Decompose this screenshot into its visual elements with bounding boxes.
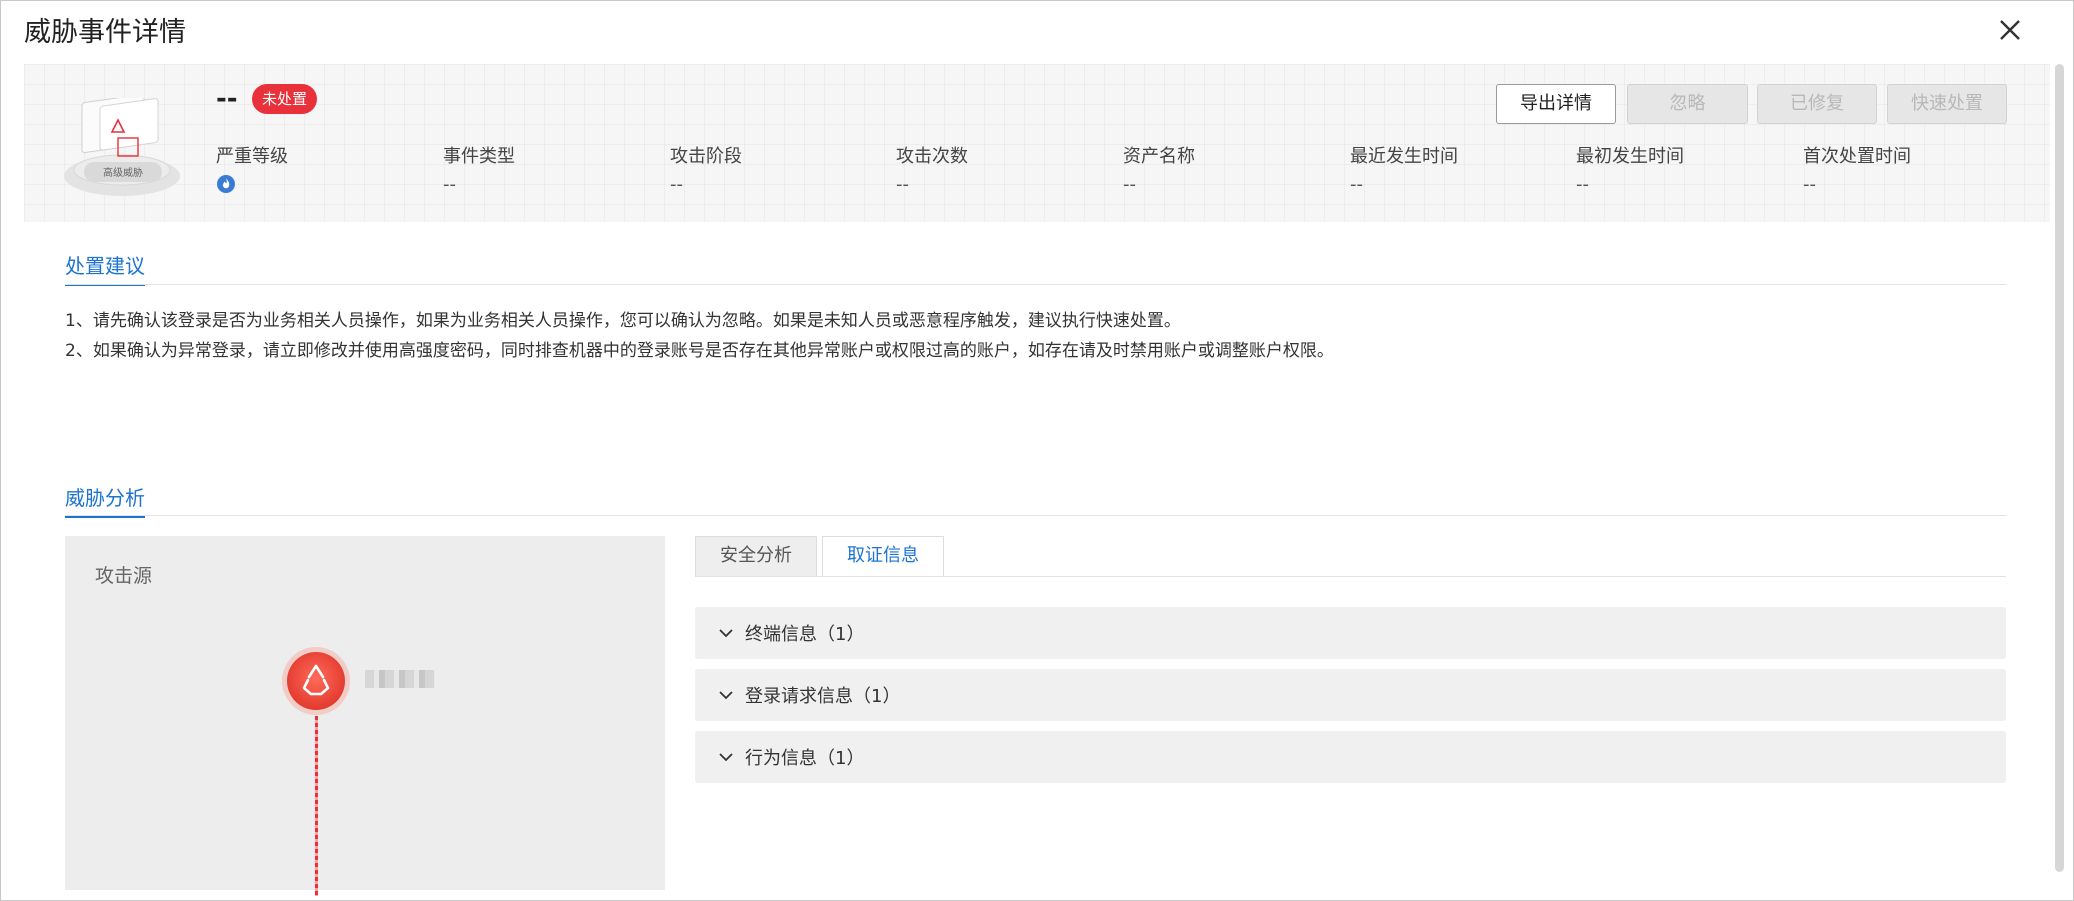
attack-path-line	[315, 716, 318, 896]
tabs-divider	[695, 576, 2006, 577]
accordion-terminal-info[interactable]: 终端信息（1）	[695, 607, 2006, 659]
tab-forensics-info[interactable]: 取证信息	[822, 536, 944, 576]
field-event-type: 事件类型 --	[443, 142, 663, 195]
field-label: 攻击阶段	[670, 146, 742, 167]
advanced-threat-icon: 高级威胁	[64, 98, 180, 196]
export-details-button[interactable]: 导出详情	[1496, 84, 1616, 124]
field-last-occurred: 最近发生时间 --	[1350, 142, 1570, 195]
quick-handle-button[interactable]: 快速处置	[1887, 84, 2007, 124]
field-attack-stage: 攻击阶段 --	[670, 142, 890, 195]
field-value: --	[1350, 174, 1363, 195]
chevron-down-icon	[719, 691, 733, 700]
field-first-handled: 首次处置时间 --	[1803, 142, 2023, 195]
attack-source-label-redacted	[365, 670, 435, 688]
advice-line: 2、如果确认为异常登录，请立即修改并使用高强度密码，同时排查机器中的登录账号是否…	[65, 341, 1334, 361]
field-label: 最近发生时间	[1350, 146, 1458, 167]
field-asset-name: 资产名称 --	[1123, 142, 1343, 195]
field-severity: 严重等级	[216, 142, 436, 198]
advice-line: 1、请先确认该登录是否为业务相关人员操作，如果为业务相关人员操作，您可以确认为忽…	[65, 311, 1181, 331]
scrollbar[interactable]	[2055, 64, 2064, 872]
field-label: 最初发生时间	[1576, 146, 1684, 167]
attack-source-node-icon[interactable]	[281, 646, 351, 716]
field-label: 事件类型	[443, 146, 515, 167]
illustration-label: 高级威胁	[103, 166, 143, 179]
close-icon[interactable]	[1994, 14, 2026, 46]
dialog-title: 威胁事件详情	[24, 17, 186, 48]
analysis-section-title: 威胁分析	[65, 482, 145, 518]
field-first-occurred: 最初发生时间 --	[1576, 142, 1796, 195]
accordion-label: 登录请求信息（1）	[745, 686, 901, 707]
divider	[65, 284, 2006, 285]
event-header-card: 高级威胁 -- 未处置 导出详情 忽略 已修复 快速处置 严重等级 事件类型 -…	[24, 64, 2050, 222]
field-attack-count: 攻击次数 --	[896, 142, 1116, 195]
field-value: --	[1803, 174, 1816, 195]
accordion-label: 行为信息（1）	[745, 748, 865, 769]
chevron-down-icon	[719, 753, 733, 762]
field-value: --	[1576, 174, 1589, 195]
field-value: --	[670, 174, 683, 195]
attack-source-title: 攻击源	[95, 565, 153, 587]
advice-section-title: 处置建议	[65, 250, 145, 286]
field-label: 资产名称	[1123, 146, 1195, 167]
ignore-button[interactable]: 忽略	[1627, 84, 1748, 124]
field-value: --	[443, 174, 456, 195]
field-value: --	[1123, 174, 1136, 195]
status-badge: 未处置	[252, 84, 318, 114]
flame-icon	[217, 175, 235, 193]
accordion-behavior-info[interactable]: 行为信息（1）	[695, 731, 2006, 783]
event-fields: 严重等级 事件类型 -- 攻击阶段 -- 攻击次数 -- 资产名称 -- 最近发…	[216, 142, 2036, 202]
field-label: 严重等级	[216, 146, 288, 167]
tab-security-analysis[interactable]: 安全分析	[695, 536, 817, 576]
accordion-login-request-info[interactable]: 登录请求信息（1）	[695, 669, 2006, 721]
advice-text: 1、请先确认该登录是否为业务相关人员操作，如果为业务相关人员操作，您可以确认为忽…	[65, 306, 1334, 366]
accordion-label: 终端信息（1）	[745, 624, 865, 645]
attack-source-panel: 攻击源	[65, 536, 665, 896]
field-value: --	[896, 174, 909, 195]
event-name: --	[216, 84, 238, 114]
chevron-down-icon	[719, 629, 733, 638]
field-label: 攻击次数	[896, 146, 968, 167]
mark-fixed-button[interactable]: 已修复	[1757, 84, 1877, 124]
field-label: 首次处置时间	[1803, 146, 1911, 167]
divider	[65, 515, 2006, 516]
